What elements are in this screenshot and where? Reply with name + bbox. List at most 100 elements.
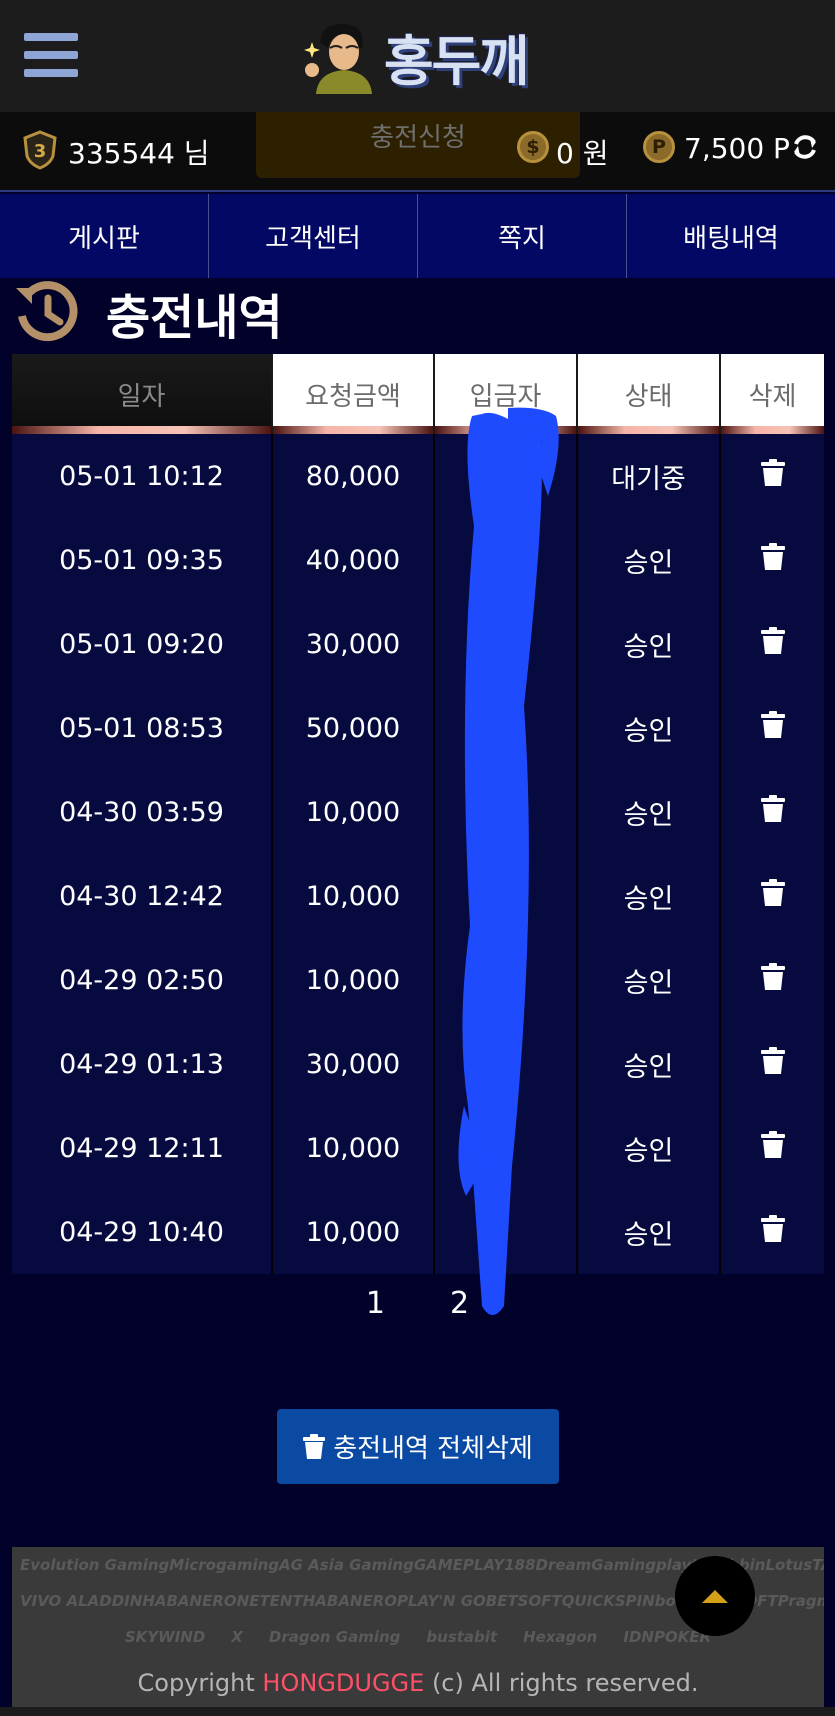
delete-all-history-button[interactable]: 충전내역 전체삭제	[277, 1409, 559, 1484]
cell-amount: 10,000	[273, 1106, 435, 1190]
delete-row-button[interactable]	[721, 434, 824, 518]
cell-date: 05-01 08:53	[12, 686, 273, 770]
nav-board[interactable]: 게시판	[0, 194, 209, 278]
delete-row-button[interactable]	[721, 938, 824, 1022]
provider-logo: HABANERO	[302, 1592, 398, 1610]
pagination: 1 2	[0, 1286, 835, 1321]
cell-amount: 10,000	[273, 854, 435, 938]
table-row: 04-30 03:59 10,000 승인	[12, 770, 824, 854]
username: 335544 님	[68, 137, 210, 170]
cell-status: 승인	[578, 1106, 721, 1190]
point-coin-icon: P	[643, 131, 675, 163]
dollar-coin-icon: $	[517, 131, 549, 163]
trash-icon	[760, 542, 785, 578]
column-header-delete: 삭제	[721, 354, 824, 434]
hamburger-menu-icon[interactable]	[24, 33, 78, 81]
provider-logo: PLAY'N GO	[397, 1592, 486, 1610]
provider-logo: BETSOFT	[485, 1592, 562, 1610]
delete-row-button[interactable]	[721, 1190, 824, 1274]
copyright-brand: HONGDUGGE	[262, 1669, 425, 1697]
site-logo[interactable]: 홍두깨	[300, 18, 529, 94]
page-title-row: 충전내역	[0, 278, 835, 354]
delete-row-button[interactable]	[721, 602, 824, 686]
column-header-amount: 요청금액	[273, 354, 435, 434]
provider-logo: 188	[504, 1556, 536, 1574]
delete-row-button[interactable]	[721, 518, 824, 602]
cell-status: 승인	[578, 518, 721, 602]
cell-date: 05-01 09:35	[12, 518, 273, 602]
user-info-bar: 3 335544 님 충전신청 $ 0 원 P 7,500 P	[0, 112, 835, 192]
cell-date: 04-30 03:59	[12, 770, 273, 854]
delete-row-button[interactable]	[721, 1022, 824, 1106]
shield-badge-icon: 3	[23, 130, 57, 170]
cell-amount: 80,000	[273, 434, 435, 518]
delete-row-button[interactable]	[721, 770, 824, 854]
table-row: 05-01 10:12 80,000 대기중	[12, 434, 824, 518]
nav-messages[interactable]: 쪽지	[418, 194, 627, 278]
cell-status: 대기중	[578, 434, 721, 518]
cell-date: 04-29 10:40	[12, 1190, 273, 1274]
scroll-to-top-button[interactable]	[675, 1556, 755, 1636]
cell-status: 승인	[578, 1190, 721, 1274]
cell-date: 04-29 12:11	[12, 1106, 273, 1190]
provider-logo: Microgaming	[169, 1556, 280, 1574]
table-header: 일자 요청금액 입금자 상태 삭제	[12, 354, 824, 434]
page-link-1[interactable]: 1	[366, 1286, 385, 1321]
history-clock-icon	[16, 281, 78, 342]
table-row: 04-29 10:40 10,000 승인	[12, 1190, 824, 1274]
delete-row-button[interactable]	[721, 854, 824, 938]
provider-logo: GAMEPLAY	[413, 1556, 505, 1574]
cell-amount: 10,000	[273, 1190, 435, 1274]
trash-icon	[760, 626, 785, 662]
trash-icon	[760, 878, 785, 914]
cell-amount: 30,000	[273, 1022, 435, 1106]
charge-history-table: 일자 요청금액 입금자 상태 삭제 05-01 10:12 80,000 대기중 05…	[12, 354, 824, 1274]
provider-logo: DreamGaming	[535, 1556, 656, 1574]
table-body: 05-01 10:12 80,000 대기중 05-01 09:35 40,000 승인 0…	[12, 434, 824, 1274]
provider-logo: bustabit	[426, 1628, 498, 1646]
provider-logo: SKYWIND	[124, 1628, 206, 1646]
refresh-icon[interactable]	[790, 132, 820, 162]
provider-logo: NETENT	[236, 1592, 303, 1610]
cell-status: 승인	[578, 686, 721, 770]
table-row: 04-29 02:50 10,000 승인	[12, 938, 824, 1022]
trash-icon	[760, 1046, 785, 1082]
cell-date: 04-30 12:42	[12, 854, 273, 938]
cell-amount: 40,000	[273, 518, 435, 602]
point-balance: 7,500 P	[684, 132, 790, 165]
table-row: 04-29 01:13 30,000 승인	[12, 1022, 824, 1106]
trash-icon	[303, 1433, 326, 1459]
chevron-up-icon	[702, 1590, 728, 1603]
trash-icon	[760, 794, 785, 830]
cell-status: 승인	[578, 770, 721, 854]
nav-betting-history[interactable]: 배팅내역	[627, 194, 835, 278]
app-header: 홍두깨	[0, 0, 835, 112]
provider-logo: Dragon Gaming	[268, 1628, 401, 1646]
cell-amount: 50,000	[273, 686, 435, 770]
cell-date: 05-01 09:20	[12, 602, 273, 686]
provider-logo: Pragmatic	[777, 1592, 824, 1610]
cell-amount: 10,000	[273, 770, 435, 854]
delete-all-label: 충전내역 전체삭제	[333, 1434, 533, 1464]
trash-icon	[760, 1214, 785, 1250]
provider-logo: Lotus	[765, 1556, 813, 1574]
logo-text: 홍두깨	[384, 29, 529, 93]
delete-row-button[interactable]	[721, 1106, 824, 1190]
cell-status: 승인	[578, 602, 721, 686]
delete-row-button[interactable]	[721, 686, 824, 770]
trash-icon	[760, 710, 785, 746]
logo-character-icon	[304, 23, 372, 94]
provider-logo: AG Asia Gaming	[279, 1556, 414, 1574]
trash-icon	[760, 1130, 785, 1166]
copyright-text: Copyright HONGDUGGE (c) All rights reser…	[137, 1669, 699, 1697]
provider-logo: TAISHAN	[812, 1556, 824, 1574]
cell-status: 승인	[578, 1022, 721, 1106]
cell-amount: 30,000	[273, 602, 435, 686]
page-title: 충전내역	[106, 290, 283, 346]
provider-logo: X	[231, 1628, 243, 1646]
cell-amount: 10,000	[273, 938, 435, 1022]
nav-customer-center[interactable]: 고객센터	[209, 194, 418, 278]
provider-logo: VIVO ALADDIN	[20, 1592, 143, 1610]
page-link-2[interactable]: 2	[450, 1286, 469, 1321]
table-row: 04-30 12:42 10,000 승인	[12, 854, 824, 938]
